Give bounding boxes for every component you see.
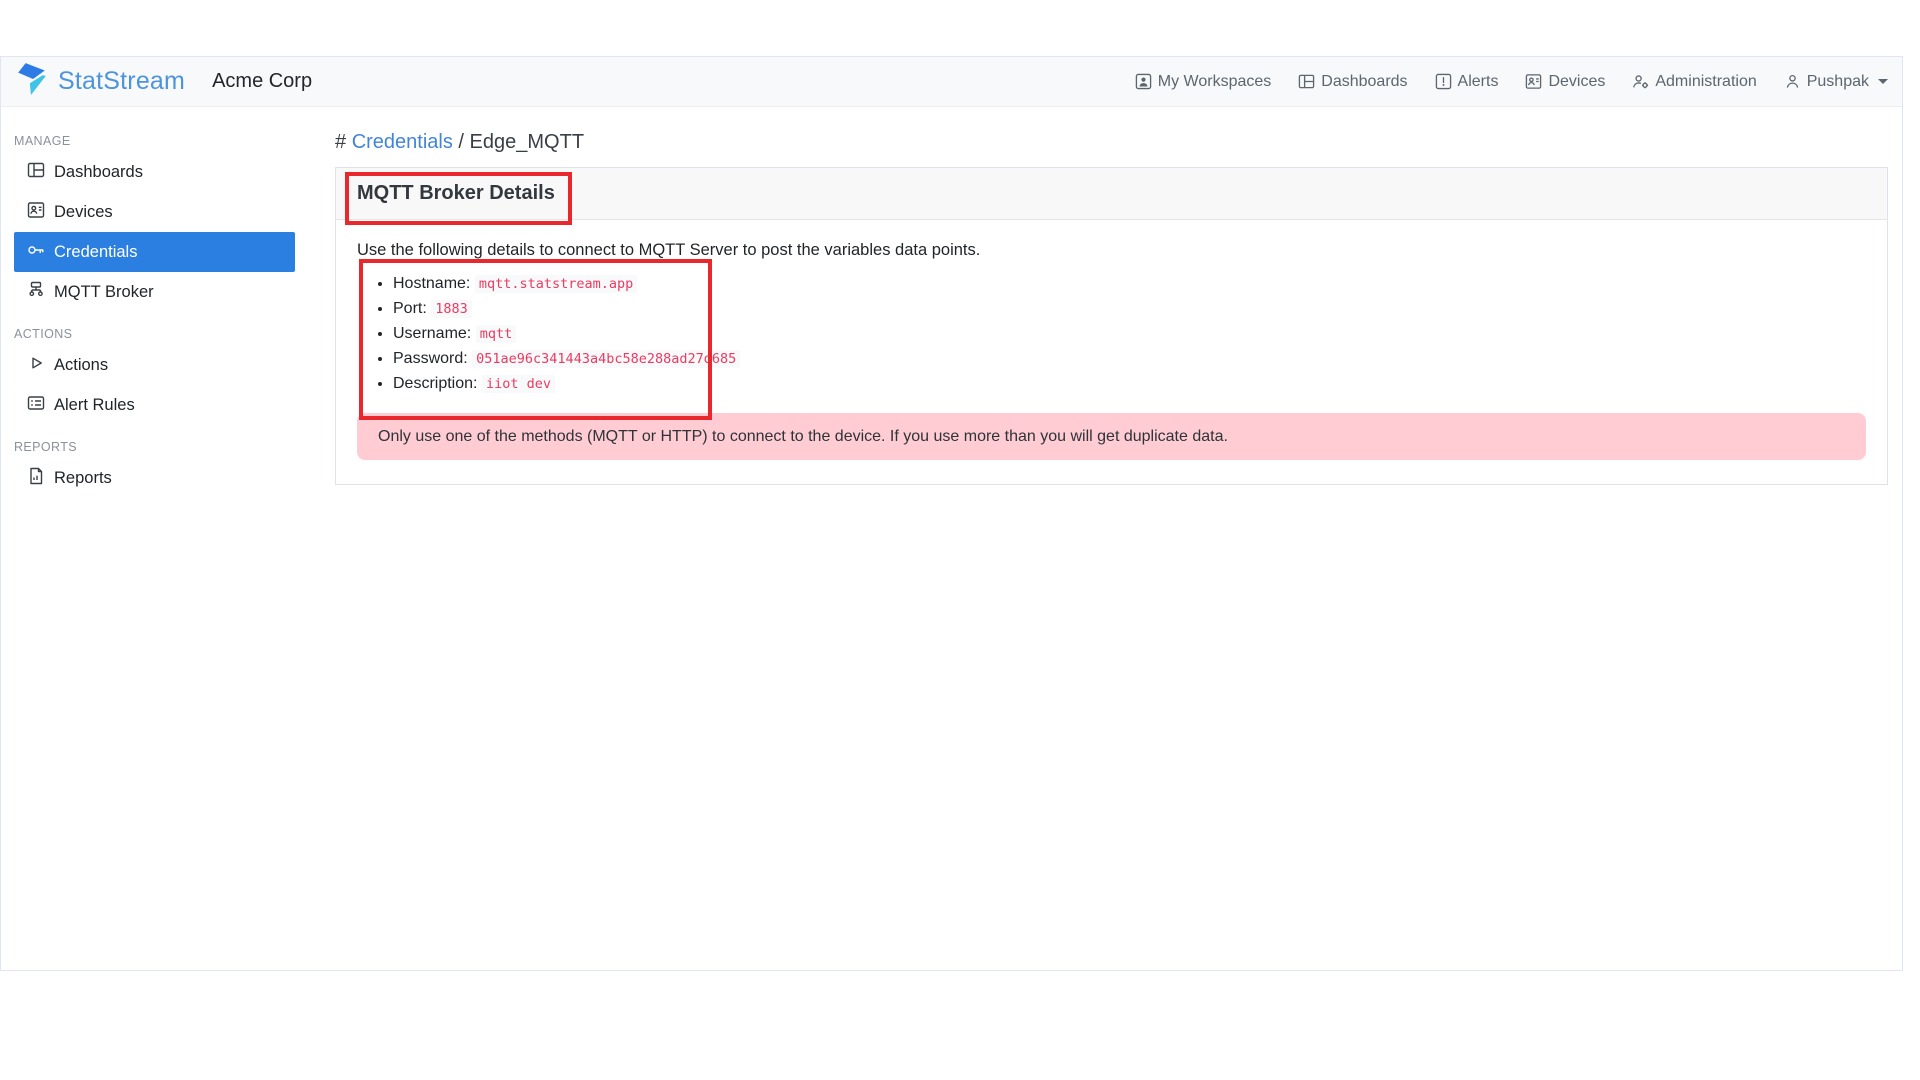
sidebar-item-devices[interactable]: Devices	[14, 192, 295, 232]
card-title: MQTT Broker Details	[357, 182, 555, 204]
sidebar-section-actions: ACTIONS	[1, 327, 295, 341]
password-value: 051ae96c341443a4bc58e288ad27d685	[472, 350, 740, 368]
nav-item-devices[interactable]: Devices	[1525, 73, 1605, 91]
breadcrumb-current: Edge_MQTT	[470, 131, 584, 153]
nav-item-dashboards[interactable]: Dashboards	[1298, 73, 1407, 91]
sidebar-item-label: Alert Rules	[54, 396, 135, 415]
sidebar-item-actions[interactable]: Actions	[14, 345, 295, 385]
nav-label: Alerts	[1458, 73, 1499, 91]
nav-label: Dashboards	[1321, 73, 1407, 91]
layout-icon	[27, 161, 45, 184]
duplicate-data-warning: Only use one of the methods (MQTT or HTT…	[357, 413, 1866, 460]
description-value: iiot dev	[482, 375, 555, 393]
sidebar-item-reports[interactable]: Reports	[14, 458, 295, 498]
contact-card-icon	[1525, 73, 1542, 90]
workspace-name: Acme Corp	[212, 70, 312, 93]
mqtt-broker-details-card: MQTT Broker Details Use the following de…	[335, 167, 1888, 485]
app-window: StatStream Acme Corp My Workspaces	[0, 56, 1903, 971]
detail-label: Port:	[393, 300, 427, 317]
person-gear-icon	[1632, 73, 1649, 90]
sidebar-section-reports: REPORTS	[1, 440, 295, 454]
layout-icon	[1298, 73, 1315, 90]
file-report-icon	[27, 467, 45, 490]
key-icon	[27, 241, 45, 264]
sidebar-item-dashboards[interactable]: Dashboards	[14, 152, 295, 192]
breadcrumb: # Credentials / Edge_MQTT	[335, 131, 1888, 154]
diagram-icon	[27, 281, 45, 304]
person-badge-icon	[1135, 73, 1152, 90]
breadcrumb-link-credentials[interactable]: Credentials	[352, 131, 453, 153]
sidebar-item-label: MQTT Broker	[54, 283, 154, 302]
detail-label: Description:	[393, 375, 477, 392]
nav-label: Administration	[1655, 73, 1756, 91]
person-icon	[1784, 73, 1801, 90]
nav-label: My Workspaces	[1158, 73, 1272, 91]
hostname-value: mqtt.statstream.app	[475, 275, 637, 293]
play-icon	[27, 354, 45, 377]
sidebar-item-label: Credentials	[54, 243, 137, 262]
nav-item-my-workspaces[interactable]: My Workspaces	[1135, 73, 1272, 91]
user-menu[interactable]: Pushpak	[1784, 73, 1888, 91]
sidebar-item-label: Actions	[54, 356, 108, 375]
contact-card-icon	[27, 201, 45, 224]
detail-username: Username: mqtt	[393, 324, 1866, 344]
top-nav-menu: My Workspaces Dashboards	[1135, 73, 1888, 91]
exclamation-square-icon	[1435, 73, 1452, 90]
credential-details-list: Hostname: mqtt.statstream.app Port: 1883…	[357, 274, 1866, 394]
sidebar-item-label: Dashboards	[54, 163, 143, 182]
user-name: Pushpak	[1807, 73, 1869, 91]
detail-password: Password: 051ae96c341443a4bc58e288ad27d6…	[393, 349, 1866, 369]
card-intro-text: Use the following details to connect to …	[357, 241, 1866, 260]
sidebar-item-label: Devices	[54, 203, 113, 222]
port-value: 1883	[431, 300, 472, 318]
nav-item-administration[interactable]: Administration	[1632, 73, 1756, 91]
detail-label: Password:	[393, 350, 468, 367]
breadcrumb-hash: #	[335, 131, 346, 153]
brand-logo[interactable]: StatStream	[15, 62, 185, 101]
caret-down-icon	[1878, 79, 1888, 84]
card-header: MQTT Broker Details	[336, 168, 1887, 220]
breadcrumb-separator: /	[458, 131, 464, 153]
brand-name: StatStream	[58, 67, 185, 96]
main-content: # Credentials / Edge_MQTT MQTT Broker De…	[295, 107, 1902, 970]
sidebar-item-alert-rules[interactable]: Alert Rules	[14, 385, 295, 425]
statstream-logo-icon	[15, 62, 49, 101]
sidebar: MANAGE Dashboards	[1, 107, 295, 970]
sidebar-section-manage: MANAGE	[1, 134, 295, 148]
layout-row: MANAGE Dashboards	[1, 107, 1902, 970]
nav-label: Devices	[1548, 73, 1605, 91]
detail-description: Description: iiot dev	[393, 374, 1866, 394]
detail-hostname: Hostname: mqtt.statstream.app	[393, 274, 1866, 294]
top-navbar: StatStream Acme Corp My Workspaces	[1, 57, 1902, 107]
sidebar-item-credentials[interactable]: Credentials	[14, 232, 295, 272]
screenshot-canvas: StatStream Acme Corp My Workspaces	[0, 0, 1920, 1080]
sidebar-item-mqtt-broker[interactable]: MQTT Broker	[14, 272, 295, 312]
card-list-icon	[27, 394, 45, 417]
card-body: Use the following details to connect to …	[336, 220, 1887, 484]
detail-port: Port: 1883	[393, 299, 1866, 319]
nav-item-alerts[interactable]: Alerts	[1435, 73, 1499, 91]
sidebar-item-label: Reports	[54, 469, 112, 488]
detail-label: Hostname:	[393, 275, 470, 292]
username-value: mqtt	[476, 325, 517, 343]
detail-label: Username:	[393, 325, 471, 342]
